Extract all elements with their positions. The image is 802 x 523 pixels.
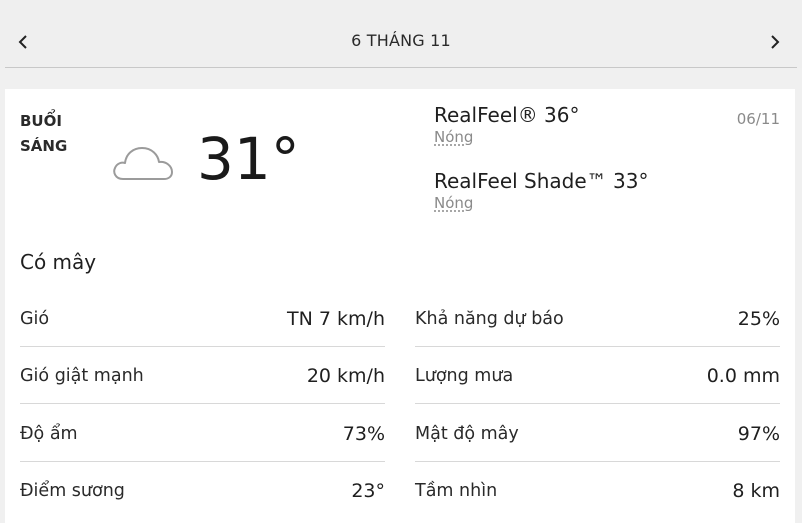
detail-row: Điểm sương 23°	[20, 462, 385, 519]
cloud-icon	[113, 147, 173, 180]
realfeel-title: RealFeel® 36°	[434, 103, 580, 127]
row-divider	[20, 403, 385, 404]
detail-value: 0.0 mm	[706, 364, 780, 387]
detail-row: Lượng mưa 0.0 mm	[415, 347, 780, 404]
current-temperature: 31°	[197, 125, 300, 193]
realfeel-shade-desc[interactable]: Nóng	[434, 193, 648, 213]
detail-value: TN 7 km/h	[287, 307, 385, 330]
detail-label: Mật độ mây	[415, 423, 519, 444]
realfeel-shade-block: RealFeel Shade™ 33° Nóng	[434, 169, 648, 213]
realfeel-shade-title: RealFeel Shade™ 33°	[434, 169, 649, 193]
realfeel-block: RealFeel® 36° Nóng	[434, 103, 580, 147]
detail-row: Mật độ mây 97%	[415, 405, 780, 462]
detail-value: 8 km	[732, 479, 780, 502]
detail-label: Tầm nhìn	[415, 480, 498, 501]
period-label-line1: BUỔI	[20, 112, 62, 130]
detail-row: Khả năng dự báo 25%	[415, 290, 780, 347]
detail-label: Gió	[20, 308, 50, 329]
chevron-right-icon	[771, 35, 780, 49]
weather-condition: Có mây	[20, 250, 97, 274]
detail-label: Độ ẩm	[20, 423, 78, 444]
detail-row: Gió giật mạnh 20 km/h	[20, 347, 385, 404]
detail-label: Khả năng dự báo	[415, 308, 564, 329]
header-divider	[5, 67, 797, 68]
period-label-line2: SÁNG	[20, 137, 68, 155]
period-label: BUỔI SÁNG	[20, 109, 67, 159]
date-navigation-bar: 6 THÁNG 11	[0, 0, 802, 68]
row-divider	[415, 403, 780, 404]
detail-value: 25%	[737, 307, 780, 330]
date-title: 6 THÁNG 11	[351, 31, 451, 50]
realfeel-desc[interactable]: Nóng	[434, 127, 580, 147]
detail-row: Tầm nhìn 8 km	[415, 462, 780, 519]
detail-label: Điểm sương	[20, 480, 125, 501]
detail-label: Lượng mưa	[415, 365, 514, 386]
forecast-date: 06/11	[736, 110, 780, 128]
detail-row: Gió TN 7 km/h	[20, 290, 385, 347]
detail-value: 73%	[342, 422, 385, 445]
detail-value: 20 km/h	[306, 364, 385, 387]
detail-value: 23°	[351, 479, 385, 502]
detail-value: 97%	[737, 422, 780, 445]
forecast-card: BUỔI SÁNG 31° RealFeel® 36° Nóng RealFee…	[5, 89, 795, 523]
next-day-button[interactable]	[765, 30, 785, 54]
detail-label: Gió giật mạnh	[20, 365, 144, 386]
detail-row: Độ ẩm 73%	[20, 405, 385, 462]
